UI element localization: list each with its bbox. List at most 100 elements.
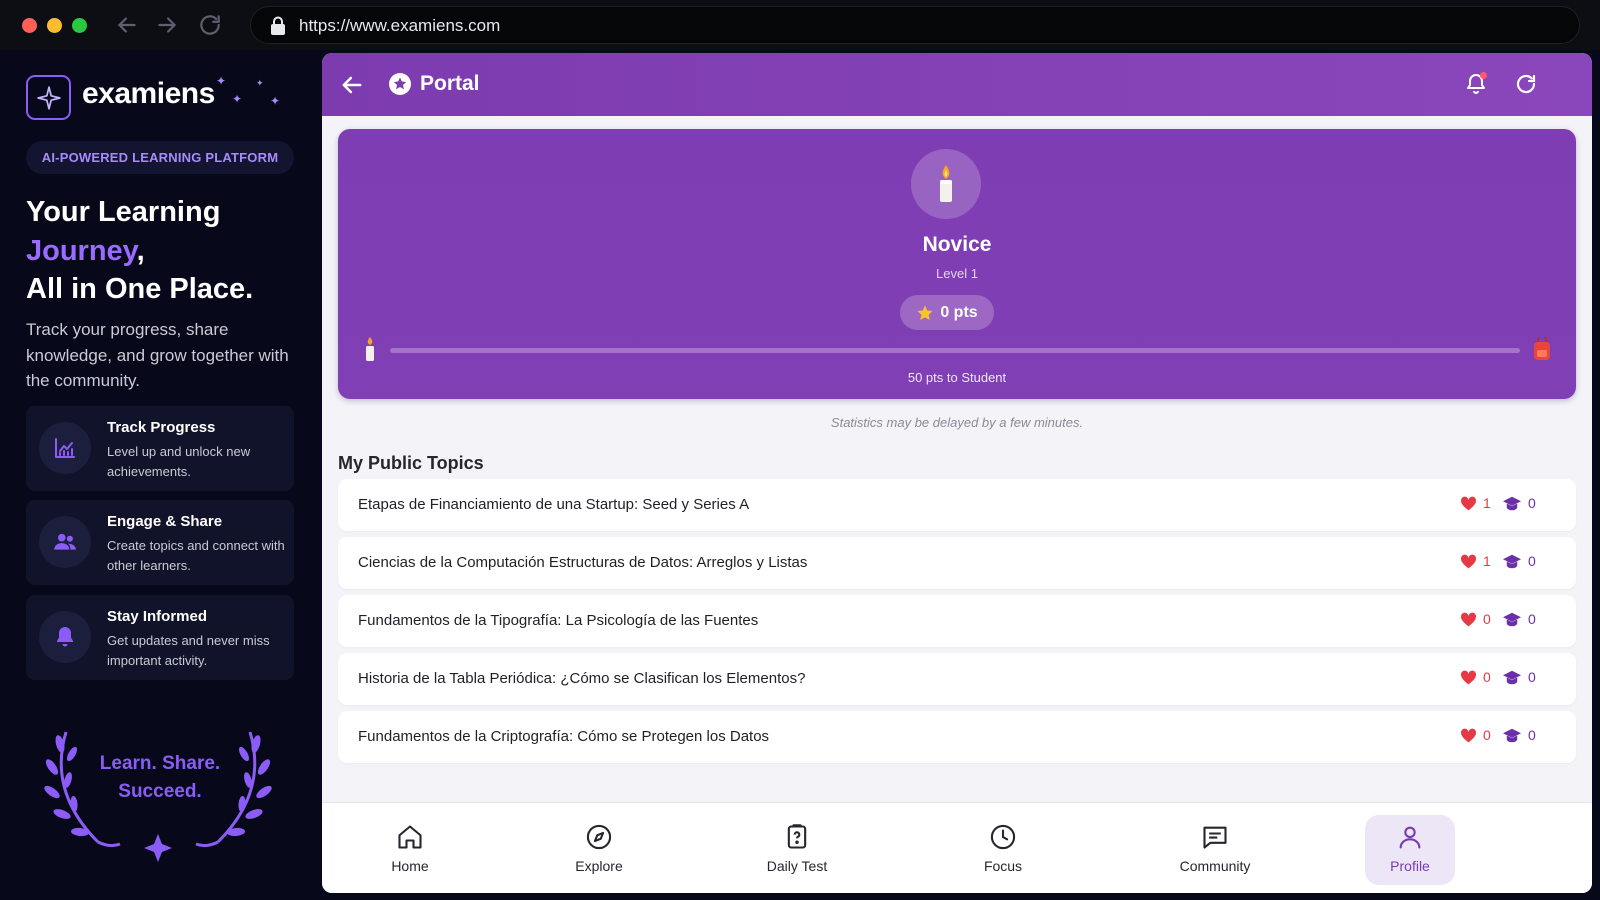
- maximize-window-button[interactable]: [72, 18, 87, 33]
- reload-icon: [200, 15, 220, 35]
- chart-icon: [39, 422, 91, 474]
- nav-community[interactable]: Community: [1160, 803, 1270, 893]
- lock-icon: [271, 16, 285, 35]
- heart-icon: [1460, 728, 1477, 742]
- clock-icon: [990, 824, 1016, 850]
- topic-title: Ciencias de la Computación Estructuras d…: [358, 554, 808, 571]
- browser-forward-button[interactable]: [154, 12, 180, 38]
- logo-icon: [26, 75, 71, 120]
- headline-line-3: All in One Place.: [26, 273, 254, 305]
- graduation-cap-icon: [1503, 612, 1521, 626]
- sparkle-icon: ✦: [232, 92, 243, 106]
- nav-label: Focus: [983, 858, 1023, 874]
- arrow-right-icon: [158, 17, 177, 33]
- star-badge-icon: [389, 73, 411, 95]
- nav-label: Daily Test: [766, 858, 828, 874]
- user-icon: [1399, 826, 1421, 849]
- nav-daily-test[interactable]: Daily Test: [742, 803, 852, 893]
- nav-focus[interactable]: Focus: [948, 803, 1058, 893]
- headline-accent: Journey: [26, 234, 137, 267]
- minimize-window-button[interactable]: [47, 18, 62, 33]
- topic-title: Fundamentos de la Criptografía: Cómo se …: [358, 728, 770, 745]
- tagline-badge: AI-POWERED LEARNING PLATFORM: [26, 141, 294, 174]
- users-icon: [39, 516, 91, 568]
- nav-profile[interactable]: Profile: [1355, 803, 1465, 893]
- heart-icon: [1460, 670, 1477, 684]
- topic-row[interactable]: Fundamentos de la Criptografía: Cómo se …: [338, 711, 1576, 763]
- arrow-left-icon: [117, 17, 136, 33]
- sidebar-description: Track your progress, share knowledge, an…: [26, 320, 289, 390]
- app-window: Portal Novice Level 1 0 pts 50 pts to St…: [322, 53, 1592, 893]
- section-title: My Public Topics: [338, 453, 484, 473]
- learners-count: 0: [1502, 727, 1536, 743]
- headline-line-1: Your Learning: [26, 196, 221, 228]
- learners-count: 0: [1502, 669, 1536, 685]
- nav-explore[interactable]: Explore: [544, 803, 654, 893]
- level-card: Novice Level 1 0 pts 50 pts to Student: [338, 129, 1576, 399]
- browser-reload-button[interactable]: [197, 12, 223, 38]
- next-level-text: 50 pts to Student: [907, 370, 1007, 385]
- likes-count: 0: [1460, 727, 1491, 743]
- close-window-button[interactable]: [22, 18, 37, 33]
- headline-comma: ,: [136, 234, 145, 267]
- nav-label: Community: [1179, 858, 1251, 874]
- home-icon: [398, 825, 422, 849]
- address-bar[interactable]: https://www.examiens.com: [250, 6, 1580, 44]
- quiz-icon: [787, 824, 807, 849]
- likes-count: 1: [1460, 495, 1491, 511]
- nav-label: Explore: [575, 858, 623, 874]
- nav-home[interactable]: Home: [355, 803, 465, 893]
- learners-count: 0: [1502, 553, 1536, 569]
- heart-icon: [1460, 496, 1477, 510]
- feature-card-track-progress: Track Progress Level up and unlock new a…: [26, 406, 294, 491]
- back-button[interactable]: [338, 71, 366, 99]
- chat-icon: [1203, 826, 1227, 849]
- nav-label: Profile: [1390, 858, 1430, 874]
- topic-row[interactable]: Fundamentos de la Tipografía: La Psicolo…: [338, 595, 1576, 647]
- graduation-cap-icon: [1503, 728, 1521, 742]
- app-header: Portal: [322, 53, 1592, 116]
- bell-icon: [39, 611, 91, 663]
- likes-count: 0: [1460, 611, 1491, 627]
- compass-icon: [586, 824, 612, 850]
- feature-card-engage-share: Engage & Share Create topics and connect…: [26, 500, 294, 585]
- feature-title: Stay Informed: [107, 608, 208, 625]
- topic-title: Etapas de Financiamiento de una Startup:…: [358, 496, 750, 513]
- level-name: Novice: [922, 233, 992, 256]
- level-badge: [911, 149, 981, 219]
- sparkle-icon: ✦: [270, 94, 281, 108]
- learners-count: 0: [1502, 495, 1536, 511]
- browser-toolbar: https://www.examiens.com: [0, 0, 1600, 50]
- refresh-button[interactable]: [1514, 72, 1538, 96]
- feature-description: Level up and unlock new achievements.: [107, 444, 251, 479]
- feature-title: Engage & Share: [107, 513, 223, 530]
- topic-row[interactable]: Ciencias de la Computación Estructuras d…: [338, 537, 1576, 589]
- sparkle-icon: ✦: [256, 78, 264, 88]
- marketing-sidebar: examiens ✦ ✦ ✦ ✦ AI-POWERED LEARNING PLA…: [0, 50, 322, 900]
- heart-icon: [1460, 612, 1477, 626]
- level-number: Level 1: [936, 266, 978, 281]
- backpack-icon: [1534, 337, 1550, 360]
- graduation-cap-icon: [1503, 554, 1521, 568]
- sparkle-icon: ✦: [216, 74, 227, 88]
- topic-row[interactable]: Historia de la Tabla Periódica: ¿Cómo se…: [338, 653, 1576, 705]
- headline-line-2: Journey,: [26, 232, 316, 271]
- points-value: 0 pts: [940, 303, 978, 321]
- graduation-cap-icon: [1503, 496, 1521, 510]
- heart-icon: [1460, 554, 1477, 568]
- browser-back-button[interactable]: [114, 12, 140, 38]
- topic-row[interactable]: Etapas de Financiamiento de una Startup:…: [338, 479, 1576, 531]
- topic-title: Historia de la Tabla Periódica: ¿Cómo se…: [358, 670, 806, 687]
- graduation-cap-icon: [1503, 670, 1521, 684]
- feature-description: Get updates and never miss important act…: [107, 633, 270, 668]
- stats-note: Statistics may be delayed by a few minut…: [830, 415, 1084, 430]
- page-title: Portal: [420, 72, 480, 95]
- points-badge: 0 pts: [900, 295, 994, 330]
- level-progress-bar: [390, 348, 1520, 353]
- learners-count: 0: [1502, 611, 1536, 627]
- nav-label: Home: [391, 858, 429, 874]
- bottom-navigation: Home Explore Daily Test Focus Community …: [322, 802, 1592, 893]
- candle-icon: [940, 165, 952, 202]
- feature-description: Create topics and connect with other lea…: [107, 538, 285, 573]
- brand-name: examiens: [82, 77, 215, 110]
